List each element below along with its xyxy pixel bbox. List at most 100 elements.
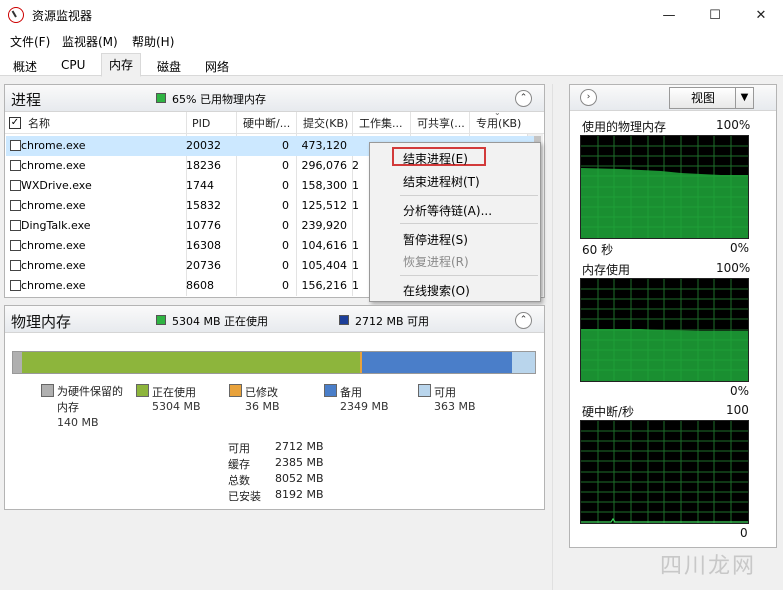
legend-swatch-free — [418, 384, 431, 397]
row-checkbox[interactable] — [10, 260, 21, 271]
menu-item-end-process-tree[interactable]: 结束进程树(T) — [403, 173, 480, 190]
memory-bar-segment-standby — [362, 352, 512, 373]
graph-max-physical-memory: 100% — [716, 118, 751, 132]
legend-value-standby: 2349 MB — [340, 400, 389, 413]
graph-title-memory-usage: 内存使用 — [582, 263, 631, 277]
watermark: 四川龙网 — [660, 554, 757, 579]
legend-swatch-standby — [324, 384, 337, 397]
legend-value-in-use: 5304 MB — [152, 400, 201, 413]
column-header-commit[interactable]: 提交(KB) — [303, 113, 348, 135]
cell-commit: 296,076 — [301, 159, 348, 172]
menu-file[interactable]: 文件(F) — [10, 33, 50, 50]
tab-network[interactable]: 网络 — [197, 55, 237, 76]
column-header-working-set[interactable]: 工作集... — [359, 113, 403, 135]
stat-value-total: 8052 MB — [275, 472, 324, 485]
menu-item-analyze-wait-chain[interactable]: 分析等待链(A)... — [403, 202, 492, 219]
stat-value-cached: 2385 MB — [275, 456, 324, 469]
menu-monitor[interactable]: 监视器(M) — [62, 33, 118, 50]
memory-usage-bar — [12, 351, 536, 374]
legend-label-free: 可用 — [434, 386, 456, 399]
cell-name: chrome.exe — [21, 279, 86, 292]
row-checkbox[interactable] — [10, 220, 21, 231]
column-header-name[interactable]: 名称 — [28, 113, 50, 135]
row-checkbox[interactable] — [10, 180, 21, 191]
stat-value-available: 2712 MB — [275, 440, 324, 453]
menu-item-search-online[interactable]: 在线搜索(O) — [403, 282, 470, 299]
memory-section-header[interactable] — [5, 306, 544, 333]
legend-value-reserved: 140 MB — [57, 416, 99, 429]
tab-cpu[interactable]: CPU — [53, 55, 93, 76]
window-title: 资源监视器 — [32, 9, 93, 23]
process-section-header[interactable] — [5, 85, 544, 112]
memory-section-title: 物理内存 — [11, 313, 72, 331]
view-dropdown-arrow-icon[interactable]: ▼ — [735, 88, 753, 108]
legend-swatch-modified — [229, 384, 242, 397]
cell-name: chrome.exe — [21, 139, 86, 152]
minimize-button[interactable]: — — [646, 0, 692, 30]
cell-commit: 239,920 — [301, 219, 348, 232]
cell-name: chrome.exe — [21, 259, 86, 272]
cell-name: chrome.exe — [21, 239, 86, 252]
stat-label-total: 总数 — [228, 474, 250, 487]
column-header-pid[interactable]: PID — [192, 113, 210, 135]
tab-memory[interactable]: 内存 — [101, 53, 142, 77]
graph-physical-memory-plot — [581, 136, 748, 238]
panel-splitter[interactable] — [552, 84, 563, 590]
memory-collapse-button[interactable]: ⌃ — [515, 312, 532, 329]
expand-graphs-button[interactable]: › — [580, 89, 597, 106]
row-checkbox[interactable] — [10, 140, 21, 151]
graph-hard-faults — [580, 420, 749, 524]
tab-overview[interactable]: 概述 — [5, 55, 45, 76]
memory-bar-segment-reserved — [13, 352, 22, 373]
cell-hard-faults: 0 — [282, 139, 289, 152]
cell-commit: 105,404 — [301, 259, 348, 272]
in-use-swatch — [156, 315, 166, 325]
graph-time-physical-memory: 60 秒 — [582, 243, 614, 257]
legend-swatch-reserved — [41, 384, 54, 397]
in-use-summary: 5304 MB 正在使用 — [172, 315, 269, 328]
graph-max-memory-usage: 100% — [716, 261, 751, 275]
graph-physical-memory — [580, 135, 749, 239]
cell-hard-faults: 0 — [282, 239, 289, 252]
graph-min-physical-memory: 0% — [730, 241, 750, 255]
cell-name: chrome.exe — [21, 199, 86, 212]
stat-value-installed: 8192 MB — [275, 488, 324, 501]
cell-pid: 16308 — [186, 239, 221, 252]
context-menu: 结束进程(E) 结束进程树(T) 分析等待链(A)... 暂停进程(S) 恢复进… — [369, 142, 541, 302]
column-header-shareable[interactable]: 可共享(... — [417, 113, 465, 135]
select-all-checkbox[interactable]: ✓ — [9, 117, 21, 129]
cell-pid: 8608 — [186, 279, 214, 292]
process-collapse-button[interactable]: ⌃ — [515, 90, 532, 107]
cell-hard-faults: 0 — [282, 219, 289, 232]
cell-pid: 18236 — [186, 159, 221, 172]
menu-item-end-process[interactable]: 结束进程(E) — [403, 150, 468, 167]
memory-bar-segment-in-use — [21, 352, 360, 373]
cell-hard-faults: 0 — [282, 279, 289, 292]
row-checkbox[interactable] — [10, 200, 21, 211]
graph-fill-physical-memory — [581, 168, 748, 238]
cell-pid: 15832 — [186, 199, 221, 212]
legend-label-modified: 已修改 — [245, 386, 278, 399]
row-checkbox[interactable] — [10, 240, 21, 251]
cell-pid: 1744 — [186, 179, 214, 192]
graph-memory-usage — [580, 278, 749, 382]
row-checkbox[interactable] — [10, 280, 21, 291]
legend-value-free: 363 MB — [434, 400, 476, 413]
close-button[interactable]: ✕ — [738, 0, 783, 30]
legend-label-in-use: 正在使用 — [152, 386, 196, 399]
cell-name: DingTalk.exe — [21, 219, 91, 232]
row-checkbox[interactable] — [10, 160, 21, 171]
cell-pid: 20736 — [186, 259, 221, 272]
available-swatch — [339, 315, 349, 325]
column-header-hard-faults[interactable]: 硬中断/... — [243, 113, 290, 135]
cell-name: chrome.exe — [21, 159, 86, 172]
maximize-button[interactable]: ☐ — [692, 0, 738, 30]
cell-commit: 104,616 — [301, 239, 348, 252]
tab-disk[interactable]: 磁盘 — [149, 55, 189, 76]
menu-item-resume-process[interactable]: 恢复进程(R) — [403, 253, 469, 270]
sort-arrow-icon: ⌄ — [494, 108, 501, 117]
menu-item-suspend-process[interactable]: 暂停进程(S) — [403, 231, 468, 248]
menu-help[interactable]: 帮助(H) — [132, 33, 174, 50]
cell-name: WXDrive.exe — [21, 179, 92, 192]
stat-label-installed: 已安装 — [228, 490, 261, 503]
